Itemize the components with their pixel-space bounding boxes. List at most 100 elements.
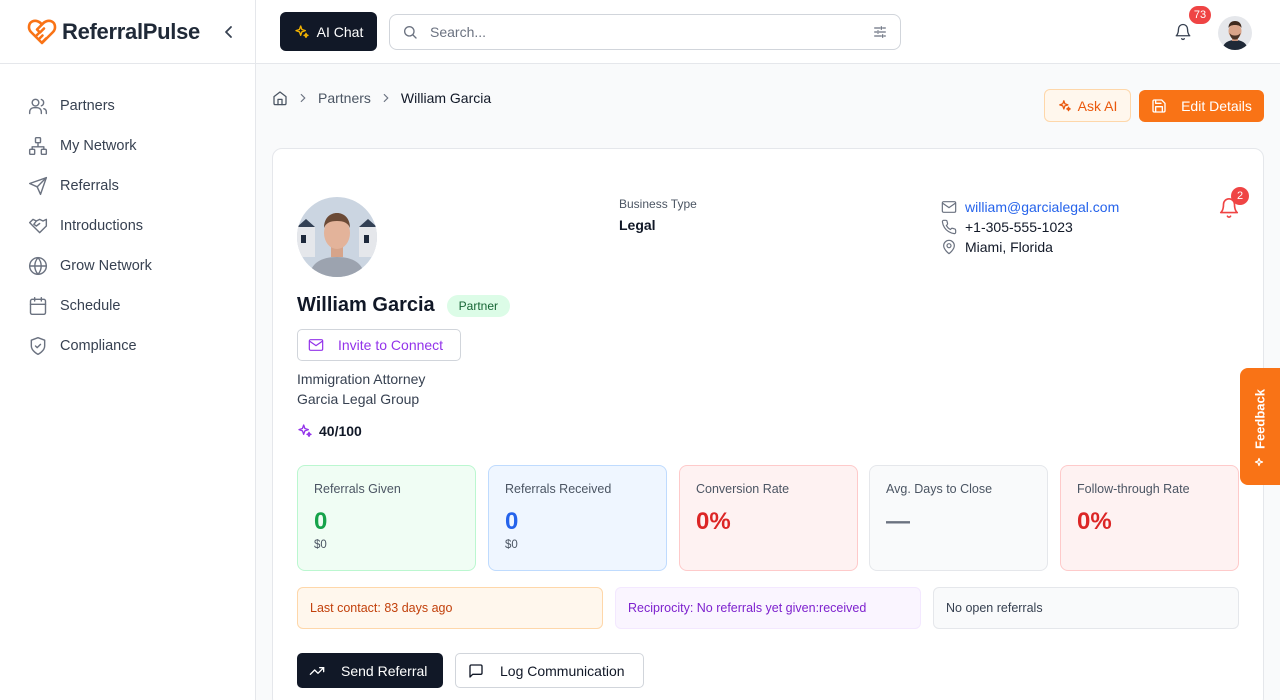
partner-profile-card: Business Type Legal william@garcialegal.… bbox=[272, 148, 1264, 700]
notification-bell-icon[interactable] bbox=[1174, 23, 1192, 41]
phone-row: +1-305-555-1023 bbox=[941, 217, 1119, 237]
sidebar-item-my-network[interactable]: My Network bbox=[0, 126, 255, 166]
business-type-value: Legal bbox=[619, 217, 656, 233]
map-pin-icon bbox=[941, 239, 957, 255]
ai-chat-label: AI Chat bbox=[316, 23, 364, 40]
contact-info: william@garcialegal.com +1-305-555-1023 … bbox=[941, 197, 1119, 257]
mail-icon bbox=[941, 199, 957, 215]
sidebar-item-label: Schedule bbox=[60, 298, 121, 314]
handshake-icon bbox=[28, 216, 48, 236]
edit-details-button[interactable]: Edit Details bbox=[1139, 90, 1264, 122]
stat-subvalue: $0 bbox=[314, 539, 327, 551]
invite-to-connect-button[interactable]: Invite to Connect bbox=[297, 329, 461, 361]
stat-label: Referrals Received bbox=[505, 482, 612, 496]
message-square-icon bbox=[468, 663, 484, 679]
users-icon bbox=[28, 96, 48, 116]
business-type-label: Business Type bbox=[619, 197, 697, 211]
sidebar-item-partners[interactable]: Partners bbox=[0, 86, 255, 126]
score-value: 40/100 bbox=[319, 423, 362, 439]
stat-value: 0 bbox=[314, 508, 328, 535]
stat-card-follow-through-rate: Follow-through Rate 0% bbox=[1060, 465, 1239, 571]
invite-label: Invite to Connect bbox=[338, 337, 444, 353]
home-icon[interactable] bbox=[272, 90, 288, 106]
partner-score: 40/100 bbox=[297, 423, 362, 439]
user-avatar[interactable] bbox=[1218, 16, 1252, 50]
filter-sliders-icon[interactable] bbox=[872, 24, 888, 40]
log-communication-button[interactable]: Log Communication bbox=[455, 653, 644, 688]
stat-value: 0 bbox=[505, 508, 519, 535]
sidebar-item-schedule[interactable]: Schedule bbox=[0, 286, 255, 326]
stat-subvalue: $0 bbox=[505, 539, 518, 551]
stat-label: Avg. Days to Close bbox=[886, 482, 993, 496]
sidebar-item-introductions[interactable]: Introductions bbox=[0, 206, 255, 246]
email-link[interactable]: william@garcialegal.com bbox=[965, 199, 1119, 215]
save-icon bbox=[1151, 98, 1167, 114]
ask-ai-label: Ask AI bbox=[1077, 97, 1118, 114]
notification-count-badge: 73 bbox=[1189, 6, 1211, 24]
stat-label: Conversion Rate bbox=[696, 482, 790, 496]
sidebar: ReferralPulse Partners My Network Referr… bbox=[0, 0, 256, 700]
reciprocity-notice: Reciprocity: No referrals yet given:rece… bbox=[615, 587, 921, 629]
feedback-tab[interactable]: Feedback bbox=[1240, 368, 1280, 485]
chevron-left-icon[interactable] bbox=[219, 22, 239, 42]
last-contact-notice: Last contact: 83 days ago bbox=[297, 587, 603, 629]
brand-header: ReferralPulse bbox=[0, 0, 255, 64]
log-communication-label: Log Communication bbox=[500, 662, 625, 679]
sparkles-icon bbox=[297, 423, 313, 439]
sidebar-item-label: My Network bbox=[60, 138, 137, 154]
top-bar: AI Chat 73 bbox=[256, 0, 1280, 64]
send-referral-label: Send Referral bbox=[341, 662, 428, 679]
sidebar-item-referrals[interactable]: Referrals bbox=[0, 166, 255, 206]
sidebar-item-label: Compliance bbox=[60, 338, 137, 354]
mail-icon bbox=[308, 337, 324, 353]
sparkles-icon bbox=[1058, 99, 1072, 113]
stat-card-referrals-given: Referrals Given 0 $0 bbox=[297, 465, 476, 571]
phone-number: +1-305-555-1023 bbox=[965, 219, 1073, 235]
role-badge: Partner bbox=[446, 294, 511, 317]
main-content: Partners William Garcia Ask AI Edit Deta… bbox=[256, 64, 1280, 700]
partner-photo bbox=[297, 197, 377, 277]
sparkles-icon bbox=[294, 24, 310, 40]
alert-count-badge: 2 bbox=[1231, 187, 1249, 205]
location-text: Miami, Florida bbox=[965, 239, 1053, 255]
breadcrumb-current: William Garcia bbox=[400, 90, 492, 106]
sidebar-item-label: Introductions bbox=[60, 218, 144, 234]
sidebar-item-label: Referrals bbox=[60, 178, 119, 194]
stat-value: 0% bbox=[696, 508, 731, 535]
send-icon bbox=[28, 176, 48, 196]
phone-icon bbox=[941, 219, 957, 235]
calendar-icon bbox=[28, 296, 48, 316]
stat-card-conversion-rate: Conversion Rate 0% bbox=[679, 465, 858, 571]
ask-ai-button[interactable]: Ask AI bbox=[1044, 89, 1131, 122]
shield-check-icon bbox=[28, 336, 48, 356]
chevron-right-icon bbox=[379, 91, 393, 105]
send-referral-button[interactable]: Send Referral bbox=[297, 653, 443, 688]
stat-label: Referrals Given bbox=[314, 482, 401, 496]
sidebar-item-compliance[interactable]: Compliance bbox=[0, 326, 255, 366]
breadcrumb: Partners William Garcia bbox=[272, 90, 491, 106]
search-input[interactable] bbox=[430, 24, 872, 40]
brand-name: ReferralPulse bbox=[62, 18, 200, 44]
globe-icon bbox=[28, 256, 48, 276]
name-row: William Garcia Partner bbox=[297, 294, 511, 317]
trending-up-icon bbox=[309, 663, 325, 679]
network-icon bbox=[28, 136, 48, 156]
chevron-right-icon bbox=[296, 91, 310, 105]
stat-card-avg-days-to-close: Avg. Days to Close — bbox=[869, 465, 1048, 571]
sidebar-item-grow-network[interactable]: Grow Network bbox=[0, 246, 255, 286]
stat-card-referrals-received: Referrals Received 0 $0 bbox=[488, 465, 667, 571]
sparkles-icon bbox=[1254, 457, 1266, 469]
sidebar-item-label: Grow Network bbox=[60, 258, 152, 274]
sidebar-nav: Partners My Network Referrals Introducti… bbox=[0, 64, 255, 366]
partner-name: William Garcia bbox=[297, 294, 435, 316]
company-name: Garcia Legal Group bbox=[297, 391, 420, 407]
email-row: william@garcialegal.com bbox=[941, 197, 1119, 217]
edit-details-label: Edit Details bbox=[1181, 98, 1252, 114]
stat-value: — bbox=[886, 508, 910, 535]
ai-chat-button[interactable]: AI Chat bbox=[280, 12, 377, 51]
stat-label: Follow-through Rate bbox=[1077, 482, 1190, 496]
search-bar bbox=[389, 14, 901, 50]
feedback-label: Feedback bbox=[1252, 388, 1268, 449]
breadcrumb-partners-link[interactable]: Partners bbox=[318, 90, 371, 106]
location-row: Miami, Florida bbox=[941, 237, 1119, 257]
